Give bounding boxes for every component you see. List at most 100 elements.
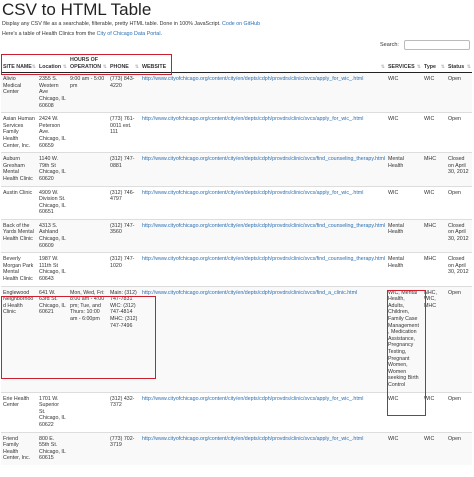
cell-site: Englewood Neighborhood Health Clinic <box>1 285 37 393</box>
cell-status: Closed on April 30, 2012 <box>446 218 472 253</box>
table-row: Auburn Gresham Mental Health Clinic 1140 … <box>1 152 472 186</box>
sort-icon: ⇅ <box>440 63 445 70</box>
cell-status: Open <box>446 391 472 432</box>
col-header-services[interactable]: SERVICES ⇅ <box>386 54 422 74</box>
cell-status: Open <box>446 431 472 465</box>
cell-phone: (312) 432-7372 <box>108 391 140 432</box>
cell-status: Open <box>446 285 472 393</box>
col-header-website[interactable]: WEBSITE ⇅ <box>140 54 386 74</box>
cell-services: WIC <box>386 431 422 465</box>
cell-type: WIC <box>422 112 446 153</box>
sort-icon: ⇅ <box>31 63 36 70</box>
sort-icon: ⇅ <box>102 63 107 70</box>
col-header-location[interactable]: Location ⇅ <box>37 54 68 74</box>
data-portal-link[interactable]: City of Chicago Data Portal <box>97 31 161 37</box>
cell-location: 4909 W. Division St. Chicago, IL 60651 <box>37 185 68 220</box>
sort-icon: ⇅ <box>62 63 67 70</box>
cell-services: WIC <box>386 185 422 220</box>
cell-status: Closed on April 30, 2012 <box>446 152 472 186</box>
cell-type: MHC <box>422 218 446 253</box>
cell-website[interactable]: http://www.cityofchicago.org/content/cit… <box>140 285 386 393</box>
cell-site: Alivio Medical Center <box>1 72 37 113</box>
sort-icon: ⇅ <box>134 63 139 70</box>
cell-website[interactable]: http://www.cityofchicago.org/content/cit… <box>140 252 386 287</box>
cell-website[interactable]: http://www.cityofchicago.org/content/cit… <box>140 431 386 465</box>
table-row: Back of the Yards Mental Health Clinic 43… <box>1 218 472 253</box>
cell-hours <box>68 152 108 186</box>
table-row: Erie Health Center 1701 W. Superior St. C… <box>1 391 472 432</box>
github-link[interactable]: Code on GitHub <box>222 21 260 27</box>
cell-hours <box>68 218 108 253</box>
cell-type: WIC <box>422 391 446 432</box>
cell-location: 2424 W. Peterson Ave. Chicago, IL 60659 <box>37 112 68 153</box>
cell-location: 1701 W. Superior St. Chicago, IL 60622 <box>37 391 68 432</box>
cell-phone: (312) 747-0881 <box>108 152 140 186</box>
source-line: Here's a table of Health Clinics from th… <box>2 31 162 37</box>
cell-hours <box>68 391 108 432</box>
cell-services: WIC <box>386 391 422 432</box>
cell-hours <box>68 431 108 465</box>
search-label: Search: <box>380 42 399 48</box>
cell-website[interactable]: http://www.cityofchicago.org/content/cit… <box>140 72 386 113</box>
cell-type: WIC <box>422 72 446 113</box>
cell-site: Austin Clinic <box>1 185 37 220</box>
cell-services: WIC, Mental Health, Adults, Children, Fa… <box>386 285 422 393</box>
cell-phone: Main: (312) 747-7831 WIC: (312) 747-4814… <box>108 285 140 393</box>
cell-location: 1987 W. 111th St Chicago, IL 60643 <box>37 252 68 287</box>
header-row: SITE NAME ⇅ Location ⇅ HOURS OF OPERATION ⇅… <box>1 54 472 74</box>
cell-status: Open <box>446 112 472 153</box>
cell-type: MHC <box>422 252 446 287</box>
table-row: Austin Clinic 4909 W. Division St. Chicag… <box>1 185 472 220</box>
cell-services: Mental Health <box>386 218 422 253</box>
cell-site: Auburn Gresham Mental Health Clinic <box>1 152 37 186</box>
cell-phone: (773) 702-3719 <box>108 431 140 465</box>
clinics-table: SITE NAME ⇅ Location ⇅ HOURS OF OPERATION ⇅… <box>1 54 472 465</box>
table-body: Alivio Medical Center 2355 S. Western Ave… <box>1 72 472 465</box>
cell-type: MHC <box>422 152 446 186</box>
col-header-site-name[interactable]: SITE NAME ⇅ <box>1 54 37 74</box>
intro-line: Display any CSV file as a searchable, fi… <box>2 21 260 27</box>
cell-hours <box>68 112 108 153</box>
cell-site: Beverly Morgan Park Mental Health Clinic <box>1 252 37 287</box>
col-header-status[interactable]: Status ⇅ <box>446 54 472 74</box>
table-row: Asian Human Services Family Health Cente… <box>1 112 472 153</box>
cell-services: Mental Health <box>386 252 422 287</box>
sort-icon: ⇅ <box>416 63 421 70</box>
cell-phone: (312) 747-1020 <box>108 252 140 287</box>
col-header-hours[interactable]: HOURS OF OPERATION ⇅ <box>68 54 108 74</box>
cell-phone: (312) 747-3560 <box>108 218 140 253</box>
search-input[interactable] <box>403 40 470 50</box>
source-text: Here's a table of Health Clinics from th… <box>2 31 96 37</box>
cell-hours <box>68 252 108 287</box>
cell-phone: (773) 843-4220 <box>108 72 140 113</box>
col-header-type[interactable]: Type ⇅ <box>422 54 446 74</box>
cell-website[interactable]: http://www.cityofchicago.org/content/cit… <box>140 391 386 432</box>
cell-hours <box>68 185 108 220</box>
cell-status: Open <box>446 185 472 220</box>
cell-site: Asian Human Services Family Health Cente… <box>1 112 37 153</box>
cell-status: Open <box>446 72 472 113</box>
cell-type: WIC <box>422 185 446 220</box>
cell-type: NHC, WIC, MHC <box>422 285 446 393</box>
cell-phone: (773) 761-0011 ext. 111 <box>108 112 140 153</box>
page-title: CSV to HTML Table <box>2 0 152 19</box>
search-box: Search: <box>380 40 470 50</box>
cell-type: WIC <box>422 431 446 465</box>
intro-text: Display any CSV file as a searchable, fi… <box>2 21 221 27</box>
table-row: Beverly Morgan Park Mental Health Clinic… <box>1 252 472 287</box>
cell-website[interactable]: http://www.cityofchicago.org/content/cit… <box>140 185 386 220</box>
cell-services: WIC <box>386 72 422 113</box>
cell-hours: Mon, Wed, Fri: 8:00 am - 4:00 pm; Tue, a… <box>68 285 108 393</box>
cell-website[interactable]: http://www.cityofchicago.org/content/cit… <box>140 112 386 153</box>
col-header-phone[interactable]: PHONE ⇅ <box>108 54 140 74</box>
cell-website[interactable]: http://www.cityofchicago.org/content/cit… <box>140 152 386 186</box>
cell-site: Erie Health Center <box>1 391 37 432</box>
cell-hours: 9:00 am - 5:00 pm <box>68 72 108 113</box>
cell-location: 641 W. 63rd St. Chicago, IL 60621 <box>37 285 68 393</box>
cell-services: Mental Health <box>386 152 422 186</box>
source-end: . <box>160 31 163 37</box>
cell-site: Back of the Yards Mental Health Clinic <box>1 218 37 253</box>
cell-location: 2355 S. Western Ave Chicago, IL 60608 <box>37 72 68 113</box>
table-row: Friend Family Health Center, Inc. 800 E. … <box>1 431 472 465</box>
cell-website[interactable]: http://www.cityofchicago.org/content/cit… <box>140 218 386 253</box>
